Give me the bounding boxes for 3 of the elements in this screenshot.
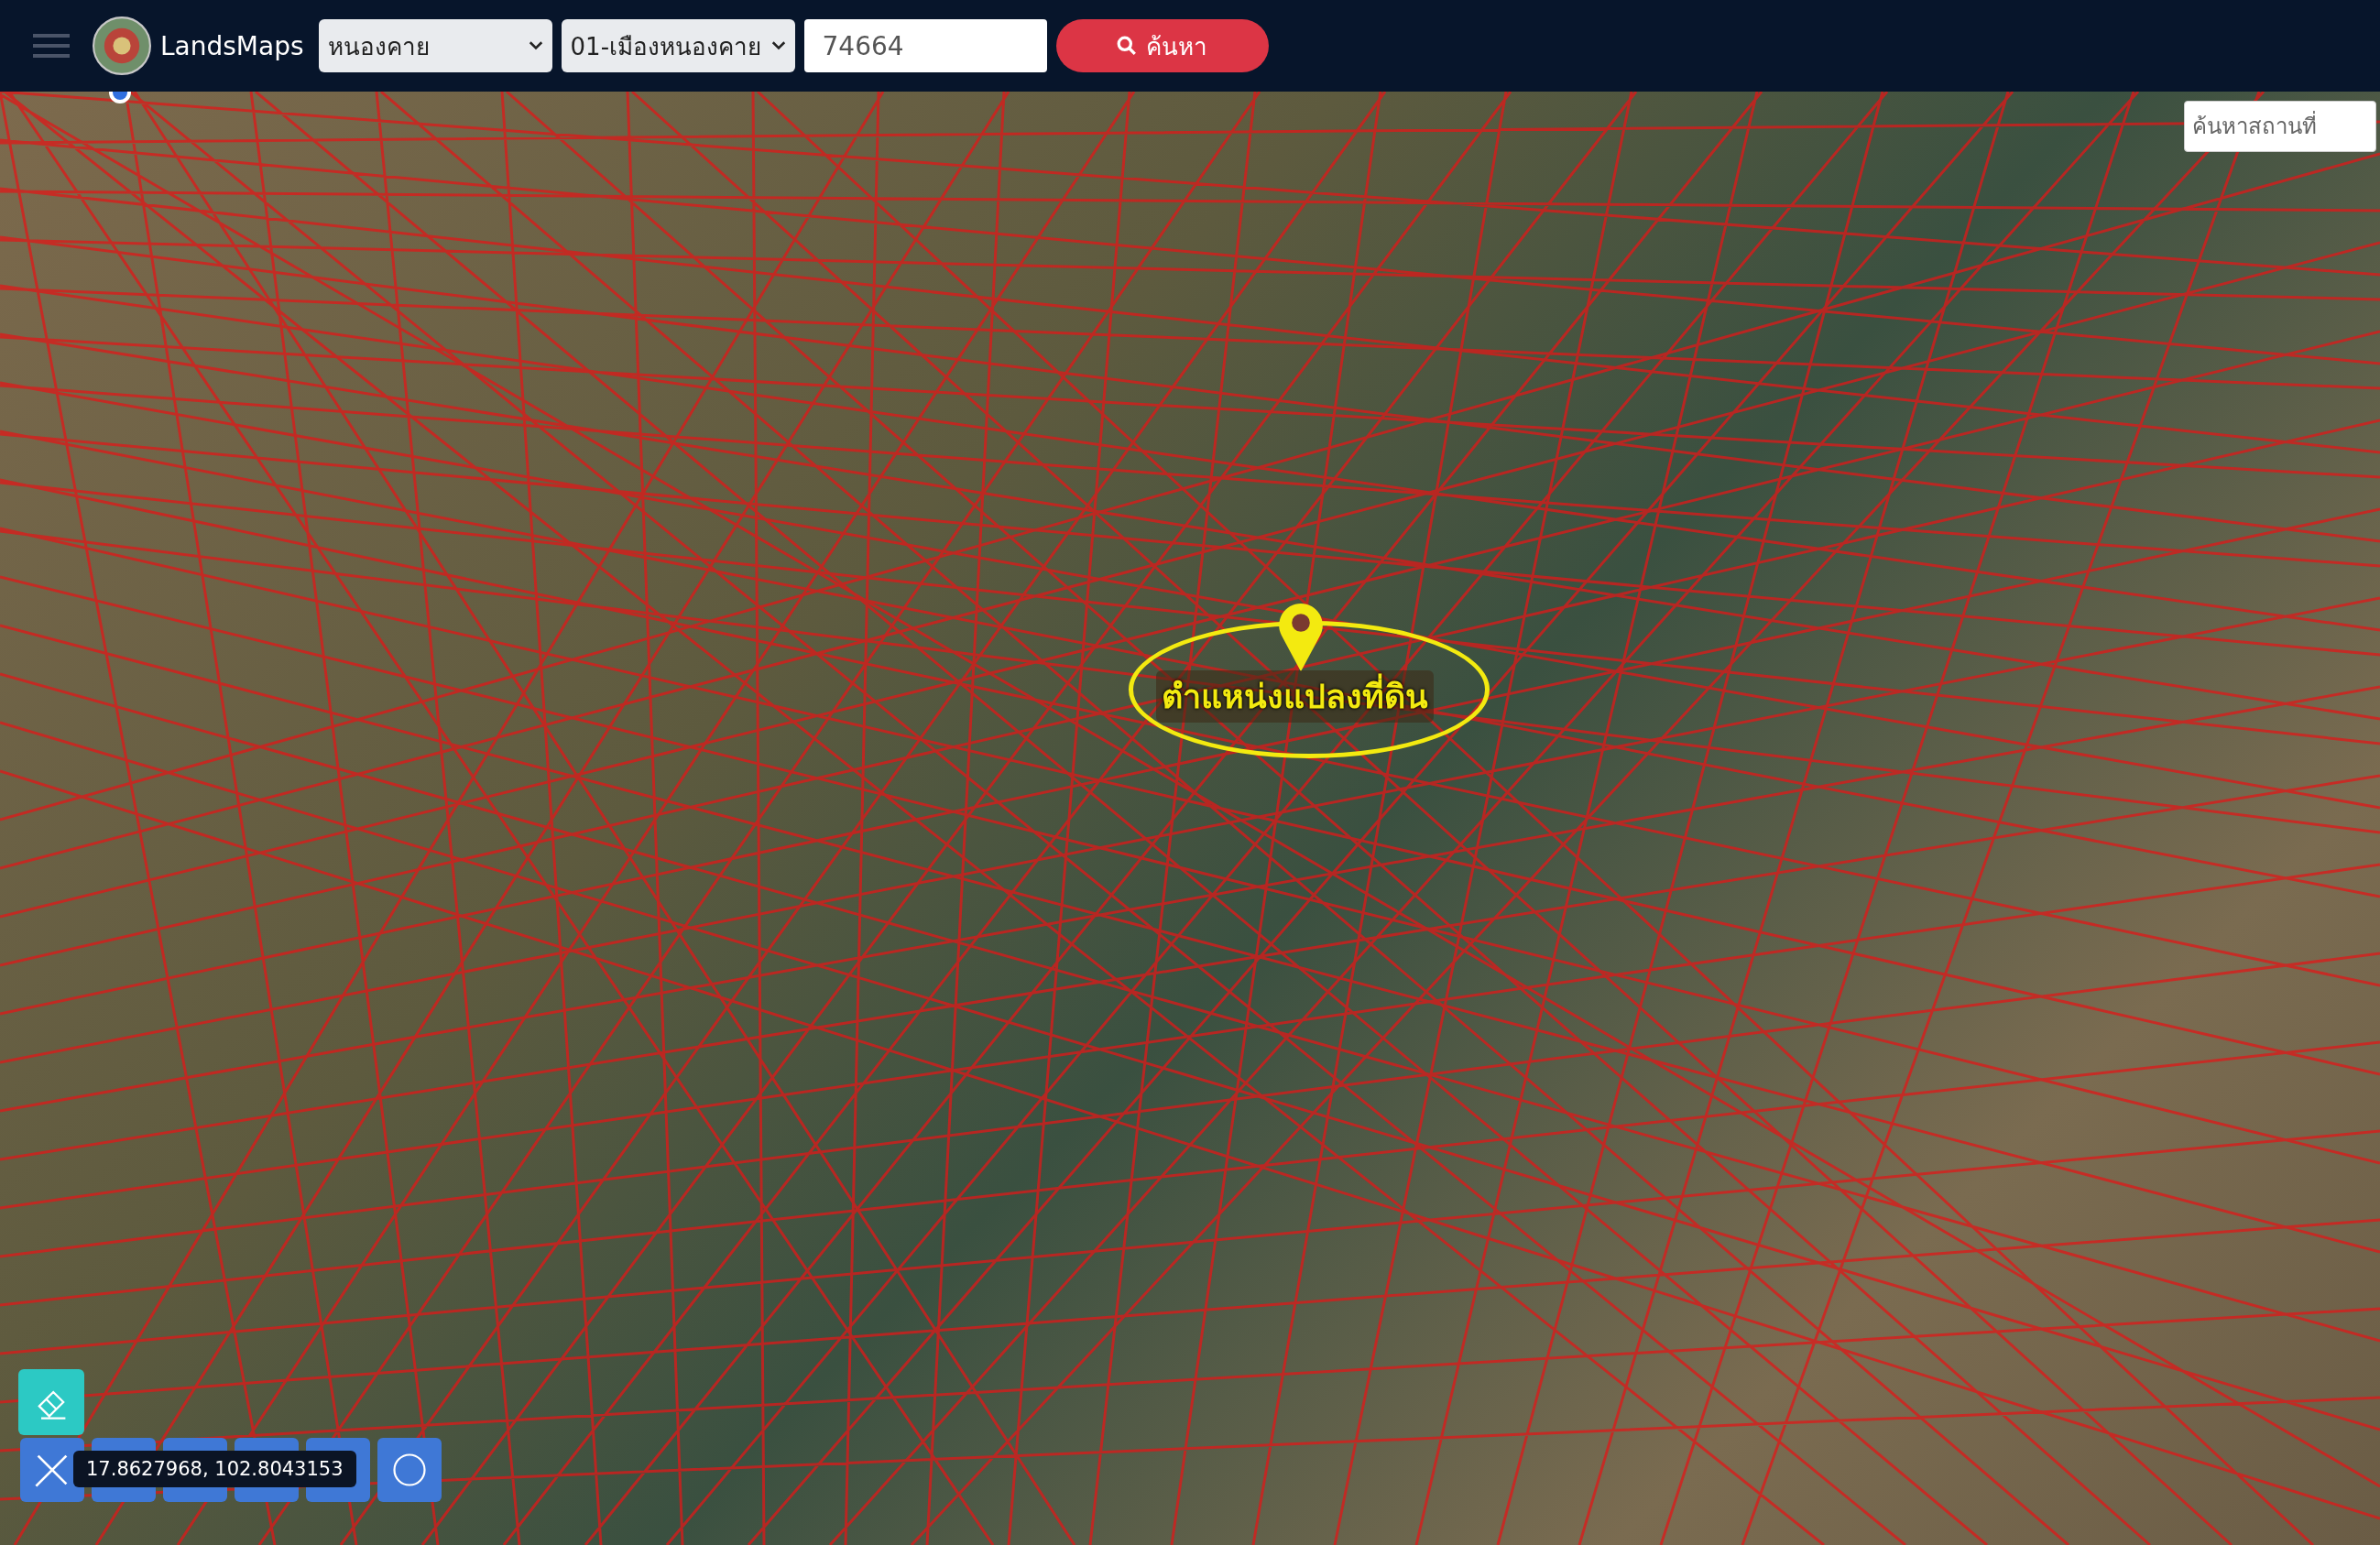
coordinates-tooltip: 17.8627968, 102.8043153 [73, 1451, 356, 1487]
parcel-location-label: ตำแหน่งแปลงที่ดิน [1156, 670, 1434, 723]
app-name: LandsMaps [160, 30, 304, 61]
